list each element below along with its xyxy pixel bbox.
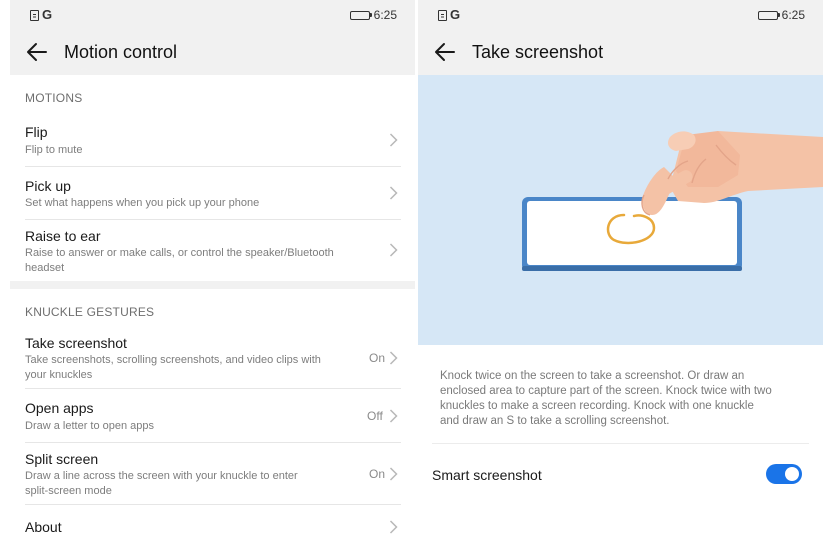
description-line: knuckles to make a screen recording. Kno… xyxy=(440,400,754,412)
back-button[interactable] xyxy=(24,40,50,64)
list-item-title: Open apps xyxy=(25,400,94,416)
status-bar-system: 6:25 xyxy=(757,8,805,22)
divider xyxy=(25,504,401,505)
document-icon xyxy=(438,9,447,21)
subtitle-line: Take screenshots, scrolling screenshots,… xyxy=(25,354,321,366)
description-line: Knock twice on the screen to take a scre… xyxy=(440,370,745,382)
subtitle-line: headset xyxy=(25,262,65,274)
list-item-take-screenshot[interactable]: Take screenshot Take screenshots, scroll… xyxy=(10,331,415,387)
divider xyxy=(25,388,401,389)
chevron-right-icon xyxy=(389,467,398,481)
status-bar: G 6:25 xyxy=(10,0,415,30)
g-notification-icon: G xyxy=(42,7,53,22)
status-value: On xyxy=(369,467,386,481)
list-item-open-apps[interactable]: Open apps Draw a letter to open apps Off xyxy=(10,394,415,441)
page-title: Take screenshot xyxy=(472,42,604,62)
list-item-title: Split screen xyxy=(25,451,99,467)
app-bar: Motion control xyxy=(10,30,415,75)
list-item-title: Pick up xyxy=(25,178,71,194)
section-header-knuckle-gestures: KNUCKLE GESTURES xyxy=(25,305,155,319)
back-arrow-icon xyxy=(27,43,47,61)
smart-screenshot-toggle[interactable] xyxy=(766,464,802,484)
section-header-motions: MOTIONS xyxy=(25,91,83,105)
list-item-subtitle: Flip to mute xyxy=(25,144,83,156)
back-button[interactable] xyxy=(432,40,458,64)
divider xyxy=(25,219,401,220)
chevron-right-icon xyxy=(389,520,398,534)
list-item-subtitle: Set what happens when you pick up your p… xyxy=(25,197,260,209)
list-item-flip[interactable]: Flip Flip to mute xyxy=(10,118,415,165)
subtitle-line: Raise to answer or make calls, or contro… xyxy=(25,247,334,259)
chevron-right-icon xyxy=(389,243,398,257)
section-separator xyxy=(10,281,415,289)
toggle-knob xyxy=(785,467,799,481)
list-item-pick-up[interactable]: Pick up Set what happens when you pick u… xyxy=(10,172,415,218)
description-line: and draw an S to take a scrolling screen… xyxy=(440,415,670,427)
divider xyxy=(432,443,809,444)
chevron-right-icon xyxy=(389,133,398,147)
document-icon xyxy=(30,9,39,21)
description-line: enclosed area to capture part of the scr… xyxy=(440,385,772,397)
list-item-title: About xyxy=(25,519,62,535)
app-bar: Take screenshot xyxy=(418,30,823,75)
battery-icon xyxy=(349,10,373,20)
list-item-raise-to-ear[interactable]: Raise to ear Raise to answer or make cal… xyxy=(10,224,415,280)
divider xyxy=(25,442,401,443)
status-time: 6:25 xyxy=(373,8,397,22)
status-bar-notifications: G xyxy=(30,8,52,22)
list-item-subtitle: Take screenshots, scrolling screenshots,… xyxy=(25,353,370,383)
status-value: On xyxy=(369,351,386,365)
status-value: Off xyxy=(367,409,383,423)
knuckle-gesture-illustration xyxy=(418,75,823,345)
illustration-graphic xyxy=(522,131,823,271)
list-item-split-screen[interactable]: Split screen Draw a line across the scre… xyxy=(10,447,415,503)
list-item-about[interactable]: About xyxy=(10,510,415,542)
battery-icon xyxy=(757,10,781,20)
list-item-title: Raise to ear xyxy=(25,228,101,244)
take-screenshot-screen: G 6:25 Take screenshot Knock twice on th… xyxy=(418,0,823,542)
chevron-right-icon xyxy=(389,351,398,365)
back-arrow-icon xyxy=(435,43,455,61)
subtitle-line: split-screen mode xyxy=(25,485,112,497)
motion-control-screen: G 6:25 Motion control MOTIONS Flip Flip … xyxy=(10,0,415,542)
gesture-description: Knock twice on the screen to take a scre… xyxy=(440,369,810,429)
smart-screenshot-label: Smart screenshot xyxy=(432,467,542,483)
page-title: Motion control xyxy=(64,42,178,62)
chevron-right-icon xyxy=(389,409,398,423)
status-bar-system: 6:25 xyxy=(349,8,397,22)
list-item-subtitle: Draw a line across the screen with your … xyxy=(25,469,370,499)
subtitle-line: your knuckles xyxy=(25,369,93,381)
divider xyxy=(25,166,401,167)
phone-illustration xyxy=(522,197,742,271)
chevron-right-icon xyxy=(389,186,398,200)
status-bar: G 6:25 xyxy=(418,0,823,30)
status-time: 6:25 xyxy=(781,8,805,22)
list-item-title: Take screenshot xyxy=(25,335,127,351)
status-bar-notifications: G xyxy=(438,8,460,22)
g-notification-icon: G xyxy=(450,7,461,22)
list-item-title: Flip xyxy=(25,124,48,140)
list-item-subtitle: Draw a letter to open apps xyxy=(25,420,155,432)
list-item-subtitle: Raise to answer or make calls, or contro… xyxy=(25,246,370,276)
subtitle-line: Draw a line across the screen with your … xyxy=(25,470,298,482)
